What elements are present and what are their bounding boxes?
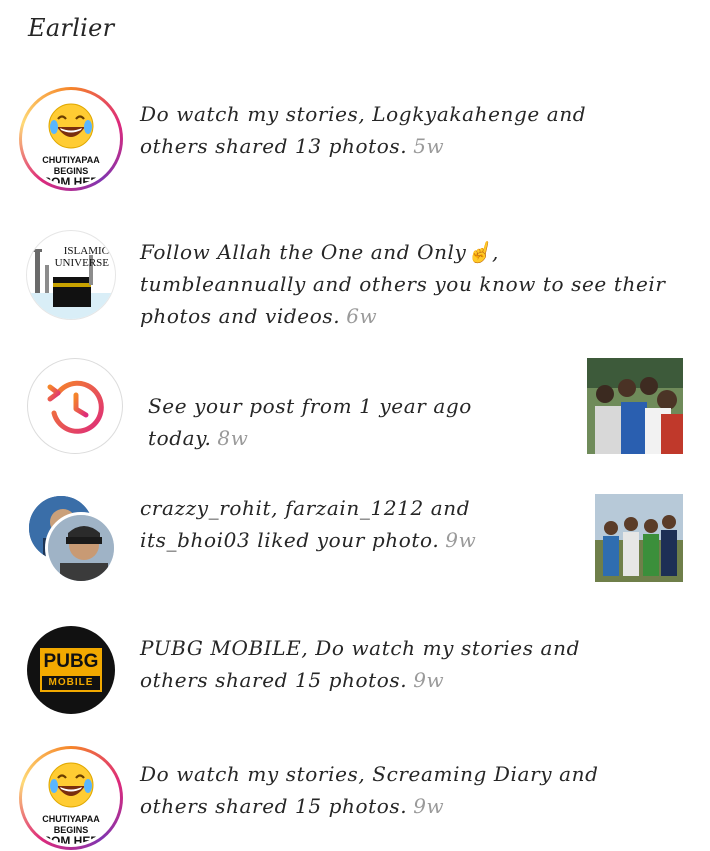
pubg-logo-icon: PUBG MOBILE [40,648,102,692]
avatar[interactable]: PUBG MOBILE [27,626,115,714]
notification-item[interactable]: crazzy_rohit, farzain_1212 and its_bhoi0… [0,490,710,586]
post-thumbnail[interactable] [595,494,683,582]
notification-message: PUBG MOBILE, Do watch my stories and oth… [140,636,580,692]
notification-item[interactable]: CHUTIYAPAA BEGINS FROM HERE Do watch my … [0,744,710,851]
notification-text: See your post from 1 year ago today. 8w [148,390,568,454]
notification-text: Do watch my stories, Logkyakahenge and o… [140,98,660,162]
friends-outdoor-photo [595,494,683,582]
avatar[interactable]: CHUTIYAPAA BEGINS FROM HERE [25,752,117,844]
notification-time: 9w [445,528,477,552]
notification-message: Do watch my stories, Screaming Diary and… [140,762,599,818]
notification-time: 9w [413,794,445,818]
notification-text: Do watch my stories, Screaming Diary and… [140,758,620,822]
laughing-emoji-icon [48,762,94,808]
notification-item[interactable]: PUBG MOBILE PUBG MOBILE, Do watch my sto… [0,622,710,718]
avatar[interactable] [27,358,123,454]
notification-message: Follow Allah the One and Only☝️, tumblea… [140,240,666,328]
avatar-front[interactable] [45,512,117,584]
post-thumbnail[interactable] [587,358,683,454]
group-selfie-photo [587,358,683,454]
notification-time: 6w [346,304,378,328]
notification-message: See your post from 1 year ago today. [148,394,472,450]
profile-photo [48,515,114,581]
avatar[interactable]: CHUTIYAPAA BEGINS FROM HERE [25,93,117,185]
notification-time: 9w [413,668,445,692]
notification-text: crazzy_rohit, farzain_1212 and its_bhoi0… [140,492,580,556]
section-title: Earlier [28,14,115,42]
notification-text: Follow Allah the One and Only☝️, tumblea… [140,236,670,332]
notification-message: Do watch my stories, Logkyakahenge and o… [140,102,587,158]
laughing-emoji-icon [48,103,94,149]
notification-time: 8w [217,426,249,450]
avatar-caption: CHUTIYAPAA BEGINS FROM HERE [35,155,107,185]
notification-text: PUBG MOBILE, Do watch my stories and oth… [140,632,620,696]
avatar-label: ISLAMIC UNIVERSE [54,245,109,269]
memory-icon [47,380,104,434]
notification-message: crazzy_rohit, farzain_1212 and its_bhoi0… [140,496,471,552]
notification-item[interactable]: ISLAMIC UNIVERSE Follow Allah the One an… [0,226,710,328]
notification-time: 5w [413,134,445,158]
notification-item[interactable]: See your post from 1 year ago today. 8w [0,354,710,458]
avatar-caption: CHUTIYAPAA BEGINS FROM HERE [35,814,107,844]
notification-item[interactable]: CHUTIYAPAA BEGINS FROM HERE Do watch my … [0,84,710,194]
avatar[interactable]: ISLAMIC UNIVERSE [26,230,116,320]
